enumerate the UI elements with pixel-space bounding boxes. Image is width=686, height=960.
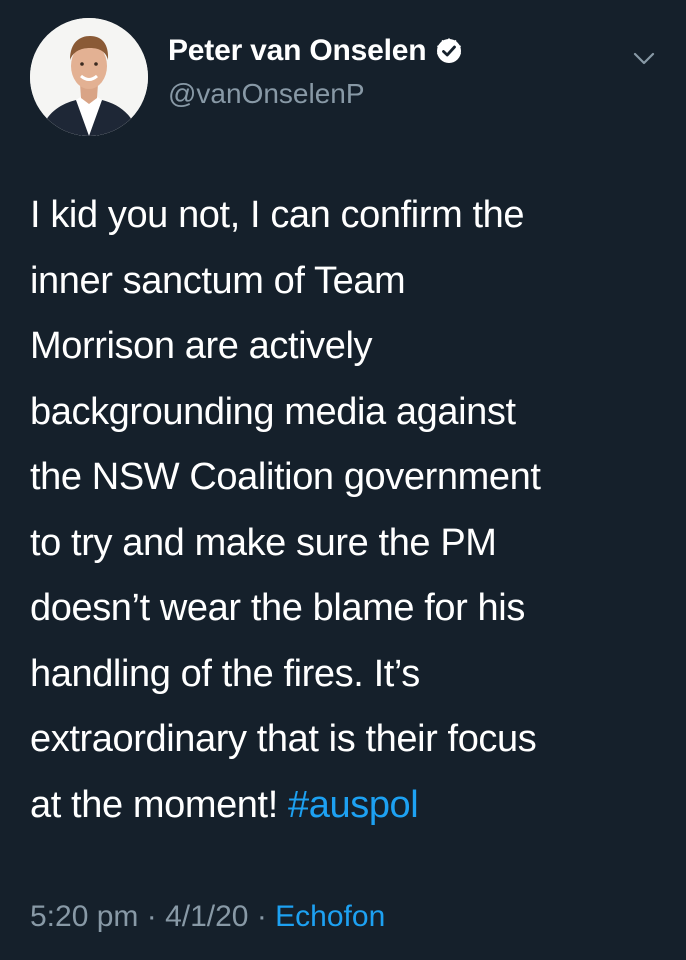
meta-separator: · (248, 900, 276, 933)
hashtag-link[interactable]: #auspol (288, 784, 419, 826)
verified-badge-icon (434, 36, 464, 66)
tweet-source-link[interactable]: Echofon (275, 900, 385, 933)
avatar[interactable] (30, 18, 148, 136)
author-name-row: Peter van Onselen (168, 34, 464, 68)
tweet-meta: 5:20 pm · 4/1/20 · Echofon (30, 900, 385, 934)
meta-separator: · (138, 900, 166, 933)
display-name[interactable]: Peter van Onselen (168, 34, 427, 68)
avatar-photo (30, 18, 148, 136)
tweet-time[interactable]: 5:20 pm (30, 900, 138, 933)
chevron-down-icon[interactable] (632, 50, 656, 68)
tweet-date[interactable]: 4/1/20 (165, 900, 248, 933)
author-handle[interactable]: @vanOnselenP (168, 78, 365, 110)
tweet-text: I kid you not, I can confirm the inner s… (30, 183, 670, 838)
tweet-card: Peter van Onselen @vanOnselenP I kid you… (0, 0, 686, 960)
tweet-body: I kid you not, I can confirm the inner s… (30, 194, 541, 826)
